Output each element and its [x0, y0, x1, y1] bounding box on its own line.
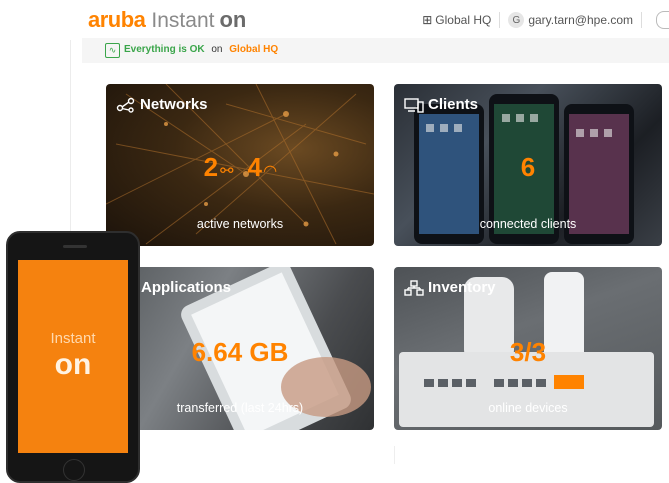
phone-screen: Instant on — [18, 260, 128, 453]
wireless-count: 4 — [247, 152, 263, 182]
mobile-app-promo-image: Instant on — [6, 231, 140, 483]
clients-title-label: Clients — [428, 96, 479, 113]
wired-icon: ⚯ — [220, 163, 234, 180]
hierarchy-icon — [404, 279, 424, 296]
user-email[interactable]: gary.tarn@hpe.com — [528, 13, 633, 27]
avatar[interactable]: G — [508, 12, 525, 28]
brand-logo[interactable]: aruba Instant on — [88, 7, 246, 33]
clients-subtitle: connected clients — [479, 217, 577, 231]
brand-instant: Instant — [151, 9, 215, 32]
inventory-card[interactable]: Inventory 3/3 online devices — [394, 267, 662, 430]
networks-counts: 2 ⚯ 4 ◠ — [106, 152, 374, 183]
inventory-title: Inventory — [404, 279, 496, 296]
status-on: on — [211, 44, 223, 55]
brand-on: on — [219, 7, 247, 32]
clients-title: Clients — [404, 96, 478, 113]
devices-icon — [404, 97, 424, 113]
wired-count: 2 — [203, 152, 219, 182]
wifi-icon: ◠ — [264, 163, 277, 180]
status-site-link[interactable]: Global HQ — [229, 44, 278, 55]
clients-count: 6 — [520, 152, 536, 182]
health-pulse-icon: ∿ — [105, 43, 120, 58]
brand-aruba: aruba — [88, 7, 146, 32]
applications-title: Applications — [141, 279, 231, 296]
sites-grid-icon[interactable]: ⊞ — [422, 13, 432, 27]
networks-card[interactable]: Networks 2 ⚯ 4 ◠ active networks — [106, 84, 374, 246]
status-text: Everything is OK on Global HQ — [124, 44, 278, 55]
applications-card[interactable]: Applications 6.64 GB transferred (last 2… — [106, 267, 374, 430]
inventory-subtitle: online devices — [488, 401, 568, 415]
phone-home-button — [63, 459, 85, 481]
applications-title-label: Applications — [141, 279, 232, 296]
network-nodes-icon — [116, 97, 135, 113]
status-ok: Everything is OK — [124, 44, 205, 55]
applications-value: 6.64 GB — [191, 337, 289, 367]
phone-logo-instant: Instant — [50, 330, 96, 347]
divider-tick — [394, 446, 395, 464]
status-bar: ∿ Everything is OK on Global HQ — [82, 38, 669, 63]
phone-logo-on: on — [54, 348, 92, 381]
networks-subtitle: active networks — [196, 217, 284, 231]
phone-speaker — [63, 245, 87, 248]
inventory-value: 3/3 — [509, 337, 547, 367]
clients-card[interactable]: Clients 6 connected clients — [394, 84, 662, 246]
inventory-title-label: Inventory — [428, 279, 496, 296]
top-header: aruba Instant on ⊞ Global HQ G gary.tarn… — [0, 0, 669, 38]
networks-title-label: Networks — [140, 96, 208, 113]
header-right: ⊞ Global HQ G gary.tarn@hpe.com — [422, 11, 669, 29]
header-separator-2 — [641, 12, 642, 28]
header-separator — [499, 12, 501, 28]
site-selector[interactable]: Global HQ — [435, 13, 491, 27]
applications-subtitle: transferred (last 24hrs) — [176, 401, 304, 415]
help-icon[interactable] — [656, 11, 669, 29]
networks-title: Networks — [116, 96, 208, 113]
